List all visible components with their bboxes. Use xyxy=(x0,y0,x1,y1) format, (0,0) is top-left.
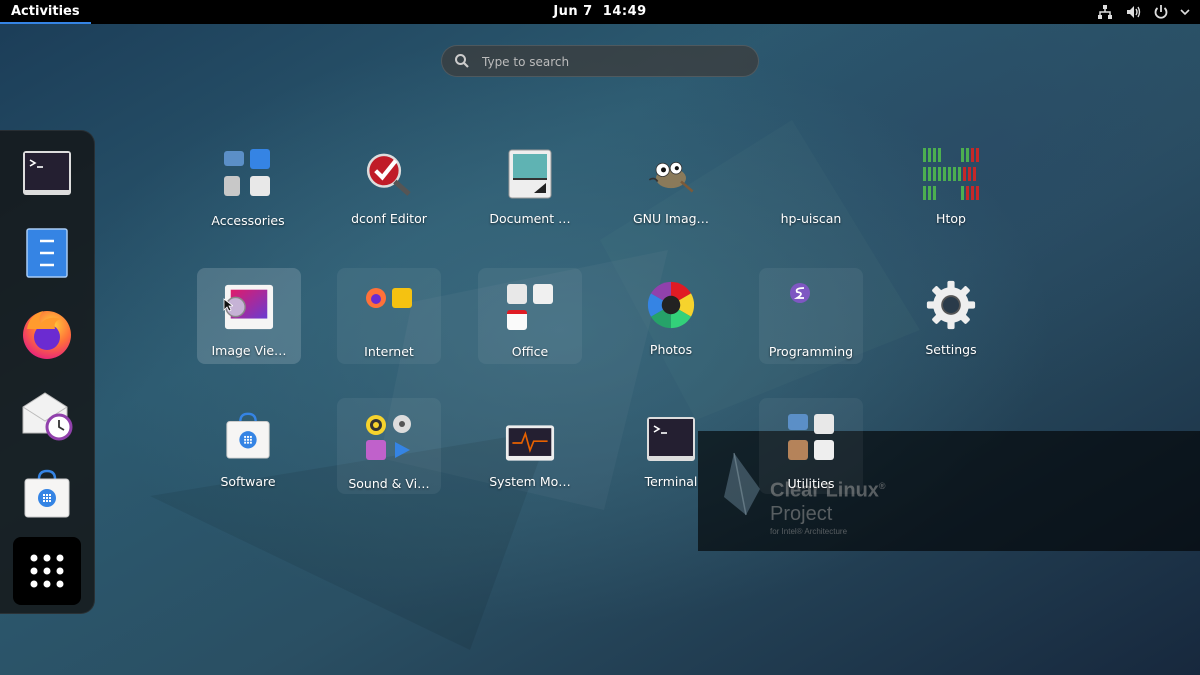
app-label: Accessories xyxy=(211,213,285,228)
accessory-chars-icon xyxy=(250,176,270,196)
volume-icon[interactable] xyxy=(1124,3,1142,21)
disc-icon xyxy=(393,415,411,433)
activities-button[interactable]: Activities xyxy=(0,0,91,24)
file-cabinet-icon xyxy=(26,228,68,278)
clock-time: 14:49 xyxy=(602,4,647,19)
accessory-check-icon xyxy=(250,149,270,169)
app-label: Office xyxy=(511,344,549,359)
accessory-calc-icon xyxy=(224,176,240,196)
app-folder-utilities[interactable]: Utilities xyxy=(759,398,863,494)
watermark-line-2: Project xyxy=(770,502,833,525)
dash-item-firefox[interactable] xyxy=(13,299,81,367)
system-tray[interactable] xyxy=(1096,3,1190,21)
clock: Jun 7 14:49 xyxy=(0,0,1200,24)
app-label: hp-uiscan xyxy=(780,211,842,226)
office-calendar-icon xyxy=(507,310,527,330)
clock-date: Jun 7 xyxy=(553,4,593,19)
utility-archive-icon xyxy=(788,440,808,460)
firefox-icon xyxy=(23,311,71,359)
accessory-screen-icon xyxy=(224,151,244,166)
office-chart-icon xyxy=(533,284,553,304)
htop-icon xyxy=(921,148,981,200)
app-label: Sound & Vi… xyxy=(348,476,430,491)
dash xyxy=(0,130,95,614)
app-label: Settings xyxy=(925,342,977,357)
app-folder-internet[interactable]: Internet xyxy=(337,268,441,364)
app-htop[interactable]: Htop xyxy=(899,137,1003,233)
document-scanner-icon xyxy=(505,149,555,199)
utility-screen-icon xyxy=(788,414,808,430)
app-folder-sound-video[interactable]: Sound & Vi… xyxy=(337,398,441,494)
app-software[interactable]: Software xyxy=(196,398,300,494)
dconf-editor-icon xyxy=(364,149,414,199)
top-bar: Activities Jun 7 14:49 xyxy=(0,0,1200,24)
software-bag-icon xyxy=(24,469,70,518)
app-label: dconf Editor xyxy=(351,211,427,226)
speaker-icon xyxy=(366,415,386,435)
programming-folder-icon xyxy=(786,280,836,330)
dash-item-software[interactable] xyxy=(13,459,81,527)
app-hp-uiscan[interactable]: hp-uiscan xyxy=(759,137,863,233)
app-label: Image Vie… xyxy=(211,343,287,358)
dash-item-evolution[interactable] xyxy=(13,379,81,447)
watermark-line-3: for Intel® Architecture xyxy=(770,526,848,536)
internet-folder-icon xyxy=(364,280,414,330)
app-label: Document … xyxy=(489,211,571,226)
mail-clock-icon xyxy=(22,392,73,441)
mail-mini-icon xyxy=(392,288,412,308)
power-icon[interactable] xyxy=(1152,3,1170,21)
accessories-folder-icon xyxy=(223,149,273,199)
firefox-mini-icon xyxy=(366,288,386,308)
photos-icon xyxy=(646,280,696,330)
recorder-icon xyxy=(366,440,386,460)
app-label: Programming xyxy=(768,344,854,359)
search-input[interactable] xyxy=(480,46,754,78)
office-doc-icon xyxy=(507,284,527,304)
app-dconf-editor[interactable]: dconf Editor xyxy=(337,137,441,233)
play-icon xyxy=(395,442,410,458)
utility-blocks-icon xyxy=(814,414,834,434)
app-label: Photos xyxy=(649,342,693,357)
app-label: Utilities xyxy=(787,476,835,491)
dash-item-files[interactable] xyxy=(13,219,81,287)
gear-icon xyxy=(926,280,976,330)
app-system-monitor[interactable]: System Mo… xyxy=(478,398,582,494)
app-image-viewer[interactable]: Image Vie… xyxy=(197,268,301,364)
gimp-icon xyxy=(646,149,696,199)
app-photos[interactable]: Photos xyxy=(619,268,723,364)
terminal-icon xyxy=(646,414,696,464)
software-bag-icon xyxy=(223,410,273,460)
dash-item-terminal[interactable] xyxy=(13,139,81,207)
chevron-down-icon[interactable] xyxy=(1180,3,1190,21)
app-document-scanner[interactable]: Document … xyxy=(478,137,582,233)
app-label: GNU Imag… xyxy=(632,211,710,226)
terminal-icon xyxy=(23,151,71,195)
app-accessories[interactable]: Accessories xyxy=(196,137,300,233)
app-folder-programming[interactable]: Programming xyxy=(759,268,863,364)
search-icon xyxy=(454,53,470,69)
network-icon[interactable] xyxy=(1096,3,1114,21)
clock-button[interactable]: Jun 7 14:49 xyxy=(553,4,646,19)
app-settings[interactable]: Settings xyxy=(899,268,1003,364)
search-bar[interactable] xyxy=(441,45,759,78)
show-applications-button[interactable] xyxy=(13,537,81,605)
mouse-cursor-icon xyxy=(223,298,233,312)
office-folder-icon xyxy=(505,280,555,330)
app-label: Htop xyxy=(936,211,966,226)
emacs-icon xyxy=(790,283,810,303)
system-monitor-icon xyxy=(505,418,555,468)
clear-linux-logo-icon xyxy=(724,452,760,516)
sound-video-folder-icon xyxy=(364,410,414,460)
hp-uiscan-icon xyxy=(786,149,836,199)
utility-search-icon xyxy=(814,440,834,460)
app-grid-icon xyxy=(30,554,64,588)
app-label: Software xyxy=(220,474,276,489)
app-folder-office[interactable]: Office xyxy=(478,268,582,364)
app-label: Internet xyxy=(364,344,414,359)
app-gimp[interactable]: GNU Imag… xyxy=(619,137,723,233)
utilities-folder-icon xyxy=(786,410,836,460)
app-label: System Mo… xyxy=(489,474,571,489)
